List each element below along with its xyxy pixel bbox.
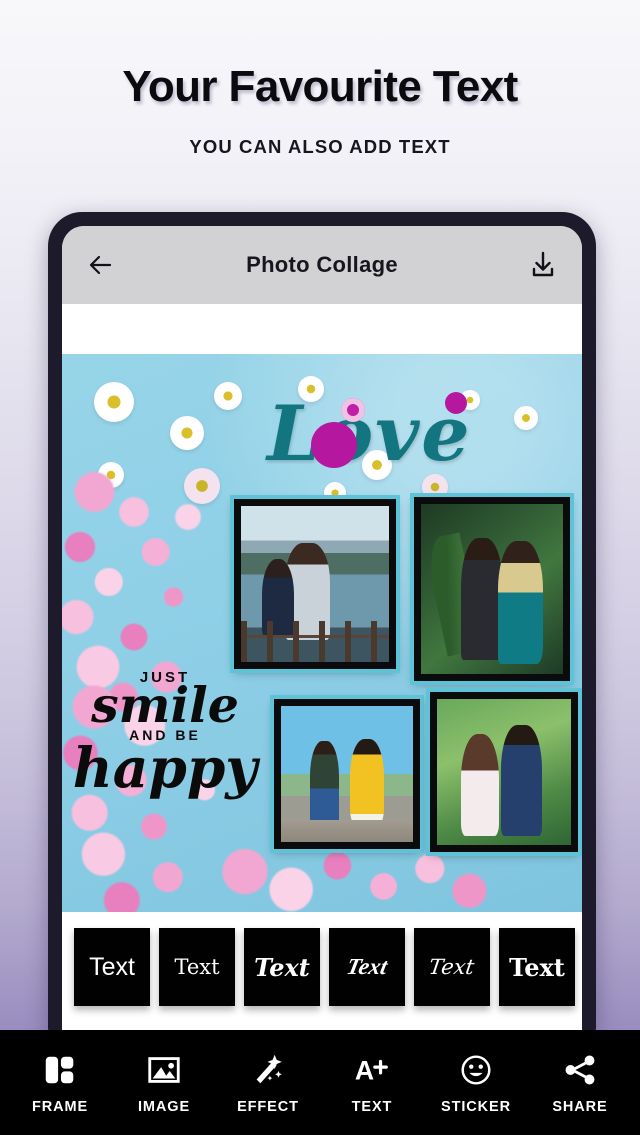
love-dot-small — [341, 398, 365, 422]
font-tile-2[interactable]: Text — [244, 928, 320, 1006]
love-sticker-text: Love — [267, 389, 472, 478]
nav-item-effect[interactable]: EFFECT — [220, 1050, 316, 1115]
font-tile-5[interactable]: Text — [499, 928, 575, 1006]
nav-item-frame[interactable]: FRAME — [12, 1050, 108, 1115]
font-tile-label: Text — [89, 952, 135, 981]
font-tile-label: Text — [344, 954, 390, 979]
page-title: Your Favourite Text — [122, 62, 518, 111]
page-subtitle: YOU CAN ALSO ADD TEXT — [189, 136, 451, 157]
photo-couple-lake[interactable] — [234, 499, 396, 669]
photo-couple-garden[interactable] — [430, 692, 578, 852]
smiley-icon — [456, 1050, 496, 1090]
font-tile-3[interactable]: Text — [329, 928, 405, 1006]
phone-mockup: Photo Collage Love JUST smile AND BE hap… — [48, 212, 596, 1034]
bottom-nav-bar: FRAME IMAGE EFFECT A TEXT STICKER SHARE — [0, 1030, 640, 1135]
nav-label-effect: EFFECT — [237, 1099, 299, 1115]
download-icon[interactable] — [526, 248, 560, 282]
magic-wand-icon — [248, 1050, 288, 1090]
nav-item-sticker[interactable]: STICKER — [428, 1050, 524, 1115]
photo-couple-lake-image — [241, 506, 389, 662]
photo-couple-walk-image — [281, 706, 413, 842]
font-tile-4[interactable]: Text — [414, 928, 490, 1006]
photo-couple-garden-image — [437, 699, 571, 845]
smile-sticker[interactable]: JUST smile AND BE happy — [70, 670, 260, 795]
nav-label-sticker: STICKER — [441, 1099, 511, 1115]
nav-label-image: IMAGE — [137, 1099, 191, 1115]
font-tile-label: Text — [427, 955, 477, 979]
love-dot-accent — [445, 392, 467, 414]
font-tile-0[interactable]: Text — [74, 928, 150, 1006]
nav-item-share[interactable]: SHARE — [532, 1050, 628, 1115]
collage-canvas[interactable]: Love JUST smile AND BE happy — [62, 354, 582, 912]
share-nodes-icon — [560, 1050, 600, 1090]
font-style-strip[interactable]: Text Text Text Text Text Text — [62, 912, 582, 1022]
love-dot-large — [311, 422, 357, 468]
text-a-plus-icon: A — [352, 1050, 392, 1090]
font-tile-label: Text — [174, 955, 220, 979]
font-tile-label: Text — [509, 952, 565, 982]
image-icon — [144, 1050, 184, 1090]
nav-label-share: SHARE — [552, 1099, 608, 1115]
nav-label-text: TEXT — [351, 1099, 393, 1115]
font-tile-1[interactable]: Text — [159, 928, 235, 1006]
font-tile-label: Text — [254, 952, 310, 982]
smile-line-4: happy — [72, 735, 258, 800]
smile-line-2: smile — [91, 676, 239, 734]
photo-couple-formal[interactable] — [414, 497, 570, 681]
nav-label-frame: FRAME — [31, 1099, 89, 1115]
svg-text:A: A — [355, 1056, 374, 1086]
nav-item-image[interactable]: IMAGE — [116, 1050, 212, 1115]
love-sticker[interactable]: Love — [267, 386, 487, 482]
photo-couple-walk[interactable] — [274, 699, 420, 849]
phone-screen: Photo Collage Love JUST smile AND BE hap… — [62, 226, 582, 1034]
nav-item-text[interactable]: A TEXT — [324, 1050, 420, 1116]
frame-grid-icon — [40, 1050, 80, 1090]
app-bar: Photo Collage — [62, 226, 582, 304]
canvas-top-gap — [62, 304, 582, 354]
promo-header: Your Favourite Text YOU CAN ALSO ADD TEX… — [0, 0, 640, 200]
app-bar-title: Photo Collage — [246, 252, 398, 277]
back-arrow-icon[interactable] — [84, 248, 118, 282]
photo-couple-formal-image — [421, 504, 563, 674]
